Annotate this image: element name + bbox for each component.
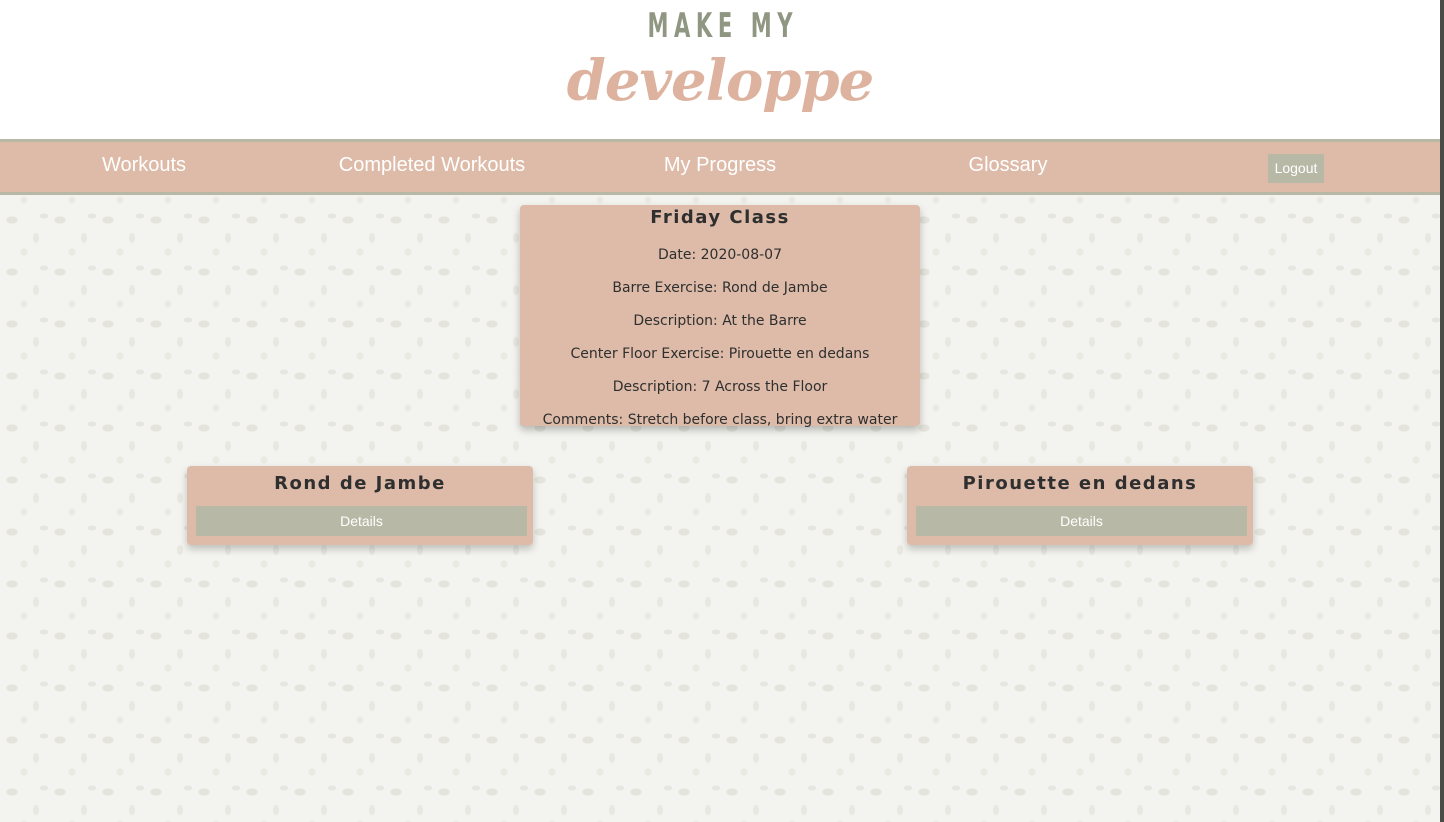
workout-card: Friday Class Date: 2020-08-07 Barre Exer… [520, 205, 920, 428]
site-logo[interactable]: MAKE MY developpe [0, 0, 1440, 114]
window-edge [1440, 0, 1444, 822]
logo-top-text: MAKE MY [647, 6, 799, 46]
workout-center-exercise: Center Floor Exercise: Pirouette en deda… [570, 346, 870, 362]
workout-comments: Comments: Stretch before class, bring ex… [542, 412, 898, 428]
nav-item-workouts[interactable]: Workouts [102, 154, 186, 177]
exercise-card: Pirouette en dedans Details [907, 466, 1253, 545]
nav-item-completed-workouts[interactable]: Completed Workouts [339, 154, 525, 177]
logo-script-text: developpe [566, 48, 875, 114]
workout-date: Date: 2020-08-07 [658, 247, 782, 263]
main-nav: Workouts Completed Workouts My Progress … [0, 139, 1440, 195]
details-button[interactable]: Details [916, 506, 1247, 536]
workout-barre-description: Description: At the Barre [633, 313, 807, 329]
exercise-card: Rond de Jambe Details [187, 466, 533, 545]
nav-item-my-progress[interactable]: My Progress [664, 154, 776, 177]
site-header: MAKE MY developpe [0, 0, 1440, 139]
workout-title: Friday Class [650, 207, 790, 228]
exercise-name: Pirouette en dedans [962, 473, 1198, 494]
workout-center-description: Description: 7 Across the Floor [612, 379, 828, 395]
nav-item-glossary[interactable]: Glossary [969, 154, 1048, 177]
logout-button[interactable]: Logout [1268, 154, 1324, 183]
details-button[interactable]: Details [196, 506, 527, 536]
exercise-name: Rond de Jambe [274, 473, 446, 494]
workout-barre-exercise: Barre Exercise: Rond de Jambe [612, 280, 828, 296]
